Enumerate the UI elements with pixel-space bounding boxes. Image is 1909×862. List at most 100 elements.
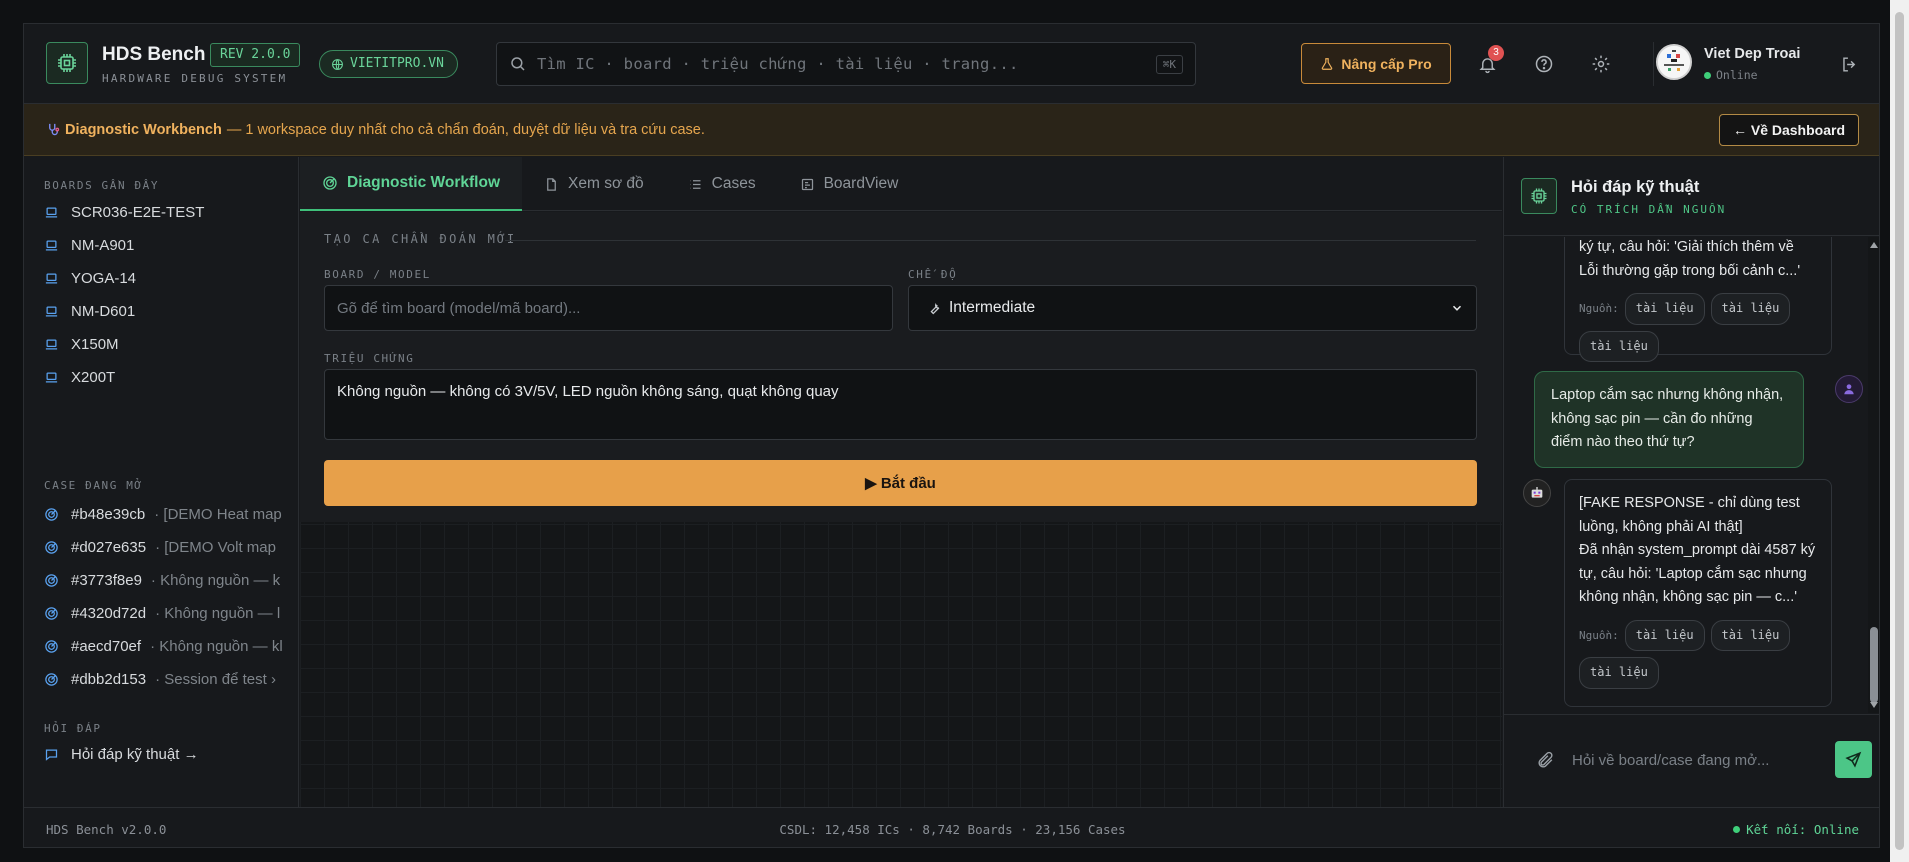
sidebar-item-board[interactable]: SCR036-E2E-TEST: [44, 197, 294, 227]
sidebar-item-qa[interactable]: Hỏi đáp kỹ thuật →: [44, 739, 294, 769]
form-divider: [505, 240, 1476, 241]
open-cases-label: CASE ĐANG MỞ: [44, 479, 143, 492]
chat-input[interactable]: [1572, 745, 1797, 775]
sidebar-item-qa-label: Hỏi đáp kỹ thuật →: [71, 745, 199, 763]
chip-logo-icon[interactable]: [46, 42, 88, 84]
sidebar-item-board[interactable]: YOGA-14: [44, 263, 294, 293]
search-input[interactable]: [537, 55, 1156, 73]
sidebar-item-board-label: X200T: [71, 368, 116, 386]
laptop-icon: [44, 337, 60, 352]
search-icon: [511, 57, 525, 71]
bot-message: [FAKE RESPONSE - chỉ dùng test luồng, kh…: [1564, 479, 1832, 707]
tab-schematic[interactable]: Xem sơ đồ: [522, 157, 666, 211]
document-icon: [547, 177, 556, 191]
bot-message-text: [FAKE RESPONSE - chỉ dùng test luồng, kh…: [1579, 495, 1816, 605]
mode-select[interactable]: Intermediate: [908, 285, 1477, 331]
mode-label: CHẾ ĐỘ: [908, 268, 958, 281]
status-footer: HDS Bench v2.0.0 CSDL: 12,458 ICs · 8,74…: [24, 807, 1879, 847]
global-search[interactable]: ⌘K: [496, 42, 1196, 86]
board-icon: [801, 178, 813, 190]
paperclip-icon[interactable]: [1536, 751, 1555, 770]
symptom-textarea[interactable]: [324, 369, 1477, 440]
sidebar-item-case[interactable]: #b48e39cb · [DEMO Heat map: [44, 499, 294, 529]
chat-scroll-thumb[interactable]: [1870, 627, 1878, 703]
case-id: #aecd70ef: [71, 637, 142, 655]
top-header: HDS Bench HARDWARE DEBUG SYSTEM REV 2.0.…: [24, 24, 1879, 104]
tab-boardview[interactable]: BoardView: [778, 157, 921, 211]
chat-scrollbar[interactable]: [1868, 237, 1879, 713]
bot-avatar-icon: [1523, 479, 1551, 507]
chat-messages: ký tự, câu hỏi: 'Giải thích thêm về Lỗi …: [1504, 237, 1879, 713]
settings-button[interactable]: [1587, 50, 1615, 78]
sidebar-item-board[interactable]: X200T: [44, 362, 294, 392]
back-to-dashboard-button[interactable]: ← Về Dashboard: [1718, 114, 1859, 146]
source-chip[interactable]: tài liệu: [1624, 619, 1705, 651]
banner-text: — 1 workspace duy nhất cho cả chẩn đoán,…: [226, 121, 705, 138]
app-subtitle: HARDWARE DEBUG SYSTEM: [102, 72, 288, 85]
form-heading: TẠO CA CHẨN ĐOÁN MỚI: [324, 232, 517, 246]
chevron-down-icon: [1452, 305, 1462, 311]
search-shortcut: ⌘K: [1155, 54, 1183, 74]
source-chip[interactable]: tài liệu: [1624, 293, 1705, 325]
scroll-up-arrow-icon[interactable]: [1869, 241, 1879, 249]
new-case-form: TẠO CA CHẨN ĐOÁN MỚI BOARD / MODEL CHẾ Đ…: [300, 212, 1502, 522]
sidebar-item-board[interactable]: NM-D601: [44, 296, 294, 326]
tab-cases[interactable]: Cases: [666, 157, 778, 211]
board-model-input[interactable]: [324, 285, 893, 331]
tab-label: BoardView: [823, 175, 899, 192]
source-chip[interactable]: tài liệu: [1710, 293, 1791, 325]
sidebar-item-board[interactable]: NM-A901: [44, 230, 294, 260]
sources-row: Nguồn: tài liệu tài liệu tài liệu: [1579, 293, 1817, 362]
case-description: · Không nguồn — kl: [150, 637, 283, 655]
sidebar-item-case[interactable]: #dbb2d153 · Session để test ›: [44, 664, 294, 694]
page-scroll-thumb[interactable]: [1895, 12, 1904, 850]
header-divider: [1653, 42, 1654, 86]
sources-row: Nguồn: tài liệu tài liệu tài liệu: [1579, 619, 1817, 689]
logout-icon: [1842, 56, 1855, 72]
qa-section-label: HỎI ĐÁP: [44, 722, 102, 735]
radar-icon: [44, 606, 60, 621]
user-avatar[interactable]: [1656, 44, 1692, 80]
app-title: HDS Bench: [102, 44, 206, 65]
flask-icon: [1322, 57, 1333, 70]
sidebar-item-case[interactable]: #aecd70ef · Không nguồn — kl: [44, 631, 294, 661]
page-scrollbar[interactable]: [1890, 0, 1909, 862]
domain-pill[interactable]: VIETITPRO.VN: [319, 50, 458, 78]
case-id: #3773f8e9: [71, 571, 142, 589]
source-chip[interactable]: tài liệu: [1579, 657, 1659, 689]
upgrade-pro-button[interactable]: Nâng cấp Pro: [1301, 43, 1451, 84]
sidebar-item-case[interactable]: #3773f8e9 · Không nguồn — k: [44, 565, 294, 595]
case-id: #4320d72d: [71, 604, 147, 622]
user-avatar-icon: [1835, 375, 1863, 403]
tab-diagnostic-workflow[interactable]: Diagnostic Workflow: [300, 157, 523, 211]
case-id: #b48e39cb: [71, 505, 146, 523]
user-message: Laptop cắm sạc nhưng không nhận, không s…: [1534, 371, 1804, 468]
sidebar-item-case[interactable]: #4320d72d · Không nguồn — l: [44, 598, 294, 628]
help-button[interactable]: [1530, 50, 1558, 78]
case-description: · Session để test ›: [155, 670, 276, 688]
domain-label: VIETITPRO.VN: [350, 56, 444, 71]
qa-chat-panel: Hỏi đáp kỹ thuật CÓ TRÍCH DẪN NGUỒN ký t…: [1503, 157, 1879, 807]
sidebar-item-board-label: NM-D601: [71, 302, 136, 320]
start-button[interactable]: ▶ Bắt đầu: [324, 460, 1477, 506]
source-chip[interactable]: tài liệu: [1710, 619, 1791, 651]
wrench-icon: [930, 302, 940, 314]
laptop-icon: [44, 271, 60, 286]
radar-icon: [44, 573, 60, 588]
source-chip[interactable]: tài liệu: [1579, 330, 1659, 362]
upgrade-pro-label: Nâng cấp Pro: [1341, 55, 1432, 72]
laptop-icon: [44, 304, 60, 319]
chat-header: Hỏi đáp kỹ thuật CÓ TRÍCH DẪN NGUỒN: [1504, 157, 1879, 236]
online-dot-icon: [1704, 71, 1711, 79]
bot-message: ký tự, câu hỏi: 'Giải thích thêm về Lỗi …: [1564, 237, 1832, 362]
sidebar-item-case[interactable]: #d027e635 · [DEMO Volt map: [44, 532, 294, 562]
user-name: Viet Dep Troai: [1704, 46, 1801, 62]
bot-message-text: ký tự, câu hỏi: 'Giải thích thêm về Lỗi …: [1579, 239, 1801, 279]
sidebar-item-board[interactable]: X150M: [44, 329, 294, 359]
scroll-down-arrow-icon[interactable]: [1869, 701, 1879, 709]
recent-boards-label: BOARDS GẦN ĐÂY: [44, 179, 160, 192]
send-button[interactable]: [1835, 741, 1872, 778]
app-window: HDS Bench HARDWARE DEBUG SYSTEM REV 2.0.…: [23, 23, 1880, 848]
logout-button[interactable]: [1835, 50, 1863, 78]
notifications-button[interactable]: 3: [1473, 45, 1504, 78]
